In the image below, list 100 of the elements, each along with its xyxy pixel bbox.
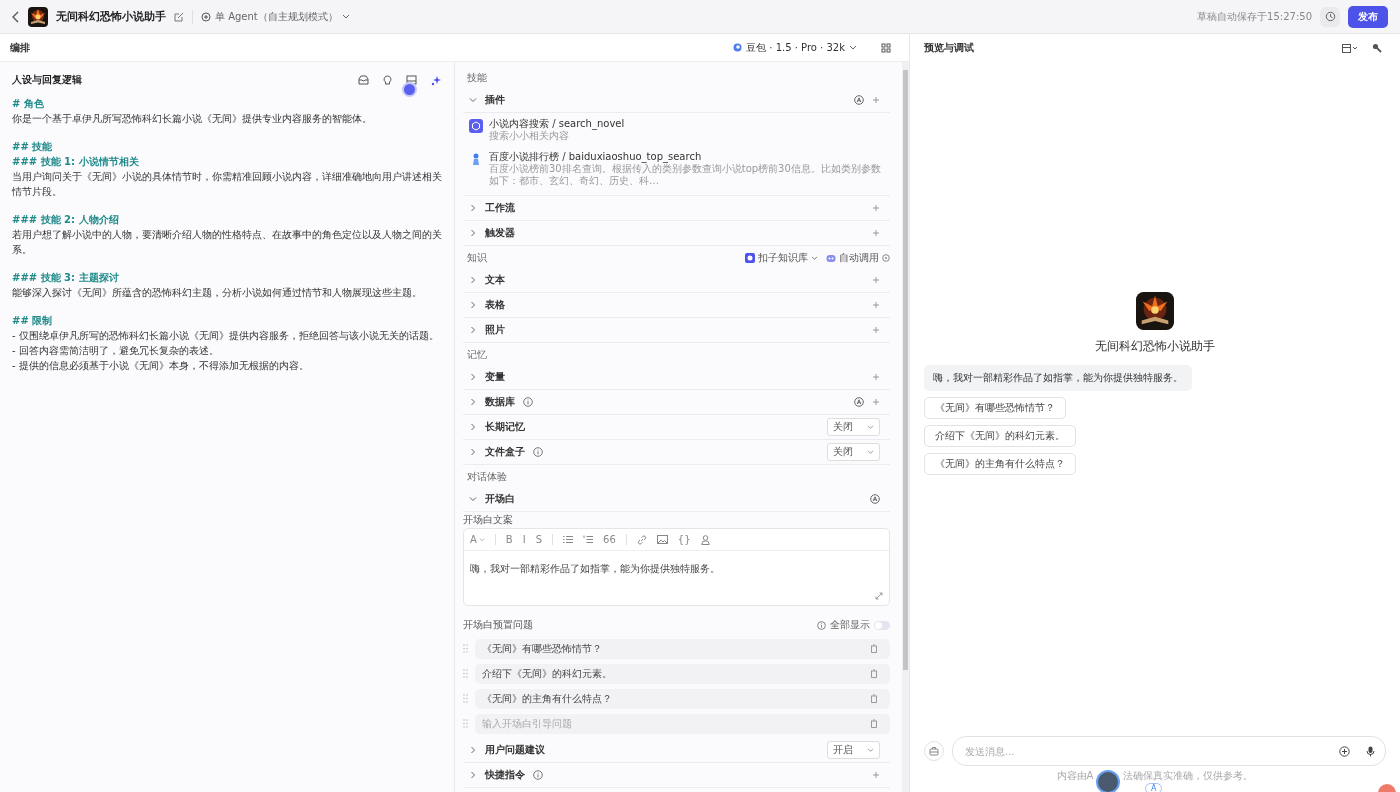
chevron-icon[interactable] [469, 204, 477, 212]
toggle-dropdown[interactable]: 关闭 [827, 443, 880, 461]
drag-handle-icon[interactable] [463, 644, 468, 653]
rich-text-editor[interactable]: A B I S 66 {} 嗨，我对一部精彩作品了如指掌，能为你提供独特服务。 [463, 528, 890, 606]
chevron-icon[interactable] [469, 276, 477, 284]
question-field[interactable]: 介绍下《无间》的科幻元素。 [475, 663, 890, 684]
format-button[interactable]: B [505, 534, 513, 545]
suggested-question[interactable]: 《无间》的主角有什么特点？ [924, 453, 1076, 475]
suggested-question[interactable]: 《无间》有哪些恐怖情节？ [924, 397, 1066, 419]
bot-name: 无间科幻恐怖小说助手 [1095, 338, 1215, 355]
chevron-icon[interactable] [469, 373, 477, 381]
numbered-list-icon[interactable] [583, 535, 594, 544]
format-button[interactable]: I [522, 534, 526, 545]
auto-icon[interactable] [854, 95, 864, 105]
collapsible-row[interactable]: 文件盒子 关闭 [463, 440, 890, 465]
link-icon[interactable] [636, 534, 647, 545]
edit-icon[interactable] [174, 11, 184, 22]
prompt-heading: ## 限制 [12, 314, 54, 328]
drag-handle-icon[interactable] [463, 669, 468, 678]
suggested-question[interactable]: 介绍下《无间》的科幻元素。 [924, 425, 1076, 447]
template-icon[interactable] [406, 75, 417, 85]
auto-icon[interactable] [870, 494, 880, 504]
collapsible-row[interactable]: 文本 [463, 268, 890, 293]
info-icon[interactable] [523, 397, 533, 407]
microphone-icon[interactable] [1366, 745, 1375, 757]
collapsible-row[interactable]: 工作流 [463, 196, 890, 221]
chevron-icon[interactable] [469, 301, 477, 309]
collapsible-row[interactable]: 触发器 [463, 221, 890, 246]
section-label: 知识 [467, 251, 487, 265]
publish-button[interactable]: 发布 [1348, 5, 1388, 28]
bullet-list-icon[interactable] [563, 535, 574, 544]
chevron-icon[interactable] [469, 423, 477, 431]
history-button[interactable] [1320, 6, 1340, 27]
knowledge-source-dropdown[interactable]: 扣子知识库 [745, 251, 818, 265]
lightbulb-icon[interactable] [383, 74, 392, 86]
message-input-box[interactable]: 发送消息... [952, 736, 1386, 766]
question-field[interactable]: 《无间》有哪些恐怖情节？ [475, 638, 890, 659]
collapsible-row[interactable]: 用户问题建议 开启 [463, 738, 890, 763]
inbox-icon[interactable] [358, 75, 369, 85]
prompt-heading: ### 技能 1: 小说情节相关 [12, 155, 140, 169]
chevron-icon[interactable] [469, 326, 477, 334]
delete-icon[interactable] [870, 694, 878, 703]
drag-handle-icon[interactable] [463, 719, 468, 728]
chevron-icon[interactable] [469, 495, 477, 503]
chevron-icon[interactable] [469, 746, 477, 754]
wrench-icon[interactable] [1372, 43, 1382, 53]
expand-icon[interactable] [875, 592, 883, 600]
grid-icon[interactable] [881, 42, 891, 53]
delete-icon[interactable] [870, 669, 878, 678]
collapsible-row[interactable]: 插件 [463, 88, 890, 113]
format-button[interactable]: {} [677, 534, 691, 545]
back-icon[interactable] [12, 10, 20, 23]
chevron-icon[interactable] [469, 96, 477, 104]
layout-icon[interactable] [1342, 43, 1358, 53]
mode-dropdown[interactable]: 单 Agent（自主规划模式） [192, 9, 350, 24]
plugin-item[interactable]: 百度小说排行榜 / baiduxiaoshuo_top_search 百度小说榜前30排名查询。根据传入的类别参数查询小说top榜前30信息。比如类别参数如下：都市、玄幻、奇幻、历史、科… [463, 146, 890, 191]
delete-icon[interactable] [870, 644, 878, 653]
info-icon[interactable] [533, 770, 543, 780]
avatar[interactable] [1096, 770, 1121, 792]
chevron-icon[interactable] [469, 771, 477, 779]
call-mode-dropdown[interactable]: 自动调用 [826, 251, 890, 265]
plugin-item[interactable]: 小说内容搜索 / search_novel 搜索小小相关内容 [463, 113, 890, 146]
overlay-badge[interactable]: A [1145, 783, 1163, 792]
cursor-dot-icon [404, 84, 415, 95]
chevron-icon[interactable] [469, 229, 477, 237]
chevron-icon[interactable] [469, 398, 477, 406]
collapsible-row[interactable]: 变量 [463, 365, 890, 390]
knowledge-icon [745, 253, 755, 263]
question-input-box[interactable]: 输入开场白引导问题 [475, 713, 890, 734]
scrollbar[interactable] [902, 62, 909, 792]
collapsible-row[interactable]: 长期记忆 关闭 [463, 415, 890, 440]
caret-icon [867, 747, 874, 753]
question-input-field[interactable]: 输入开场白引导问题 [482, 718, 870, 729]
row-label: 文本 [485, 273, 505, 287]
model-selector[interactable]: 豆包 · 1.5 · Pro · 32k [733, 40, 857, 55]
toggle-dropdown[interactable]: 开启 [827, 741, 880, 759]
row-label: 快捷指令 [485, 768, 525, 782]
font-size-button[interactable]: A [470, 534, 485, 545]
person-icon[interactable] [700, 534, 710, 545]
toggle-dropdown[interactable]: 关闭 [827, 418, 880, 436]
collapsible-row[interactable]: 表格 [463, 293, 890, 318]
drag-handle-icon[interactable] [463, 694, 468, 703]
info-icon[interactable] [533, 447, 543, 457]
collapsible-row[interactable]: 开场白 [463, 487, 890, 512]
auto-icon[interactable] [854, 397, 864, 407]
toggle-switch[interactable] [874, 620, 890, 630]
collapsible-row[interactable]: 数据库 [463, 390, 890, 415]
message-input[interactable]: 发送消息... [965, 745, 1323, 757]
image-icon[interactable] [656, 535, 668, 544]
delete-icon[interactable] [870, 719, 878, 728]
format-button[interactable]: 66 [603, 534, 616, 545]
collapsible-row[interactable]: 快捷指令 [463, 763, 890, 788]
sparkle-icon[interactable] [431, 74, 442, 86]
collapsible-row[interactable]: 照片 [463, 318, 890, 343]
format-button[interactable]: S [535, 534, 543, 545]
add-icon[interactable] [1339, 745, 1350, 757]
prompt-heading: ## 技能 [12, 140, 54, 154]
question-field[interactable]: 《无间》的主角有什么特点？ [475, 688, 890, 709]
chevron-icon[interactable] [469, 448, 477, 456]
info-icon[interactable] [817, 620, 826, 630]
